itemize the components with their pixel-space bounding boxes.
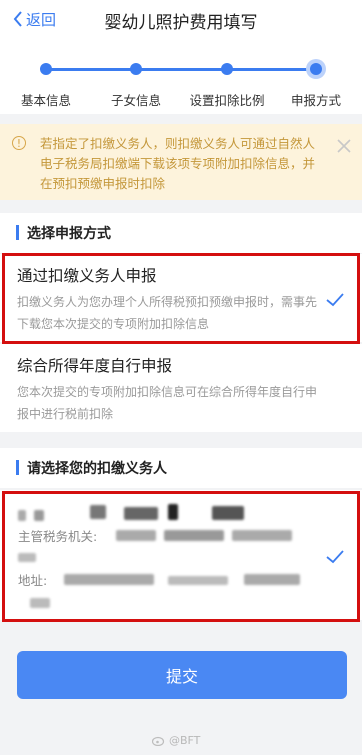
option-title: 通过扣缴义务人申报	[17, 267, 157, 285]
redacted-text	[30, 598, 50, 608]
redacted-text	[168, 576, 228, 585]
notice-banner: 若指定了扣缴义务人，则扣缴义务人可通过自然人电子税务局扣缴端下载该项专项附加扣除…	[0, 124, 362, 200]
withholding-agent-item[interactable]: 主管税务机关: 地址:	[0, 490, 362, 620]
section-accent-bar	[16, 225, 19, 240]
step-dot-deduction-ratio	[221, 63, 233, 75]
redacted-text	[34, 510, 44, 521]
page-title: 婴幼儿照护费用填写	[104, 13, 258, 33]
tax-authority-label: 主管税务机关:	[18, 529, 98, 544]
step-label-deduction-ratio: 设置扣除比例	[189, 93, 265, 108]
section-header-agent: 请选择您的扣缴义务人	[0, 448, 362, 488]
redacted-text	[212, 506, 244, 520]
step-dot-declare-method	[306, 59, 326, 79]
option-annual-self-declare[interactable]: 综合所得年度自行申报 您本次提交的专项附加扣除信息可在综合所得年度自行申报中进行…	[0, 344, 362, 432]
step-label-basic-info: 基本信息	[20, 93, 72, 108]
checkmark-icon	[326, 549, 344, 564]
redacted-text	[18, 553, 36, 562]
redacted-text	[64, 574, 154, 585]
option-via-withholding-agent[interactable]: 通过扣缴义务人申报 扣缴义务人为您办理个人所得税预扣预缴申报时，需事先下载您本次…	[0, 254, 362, 342]
redacted-text	[244, 574, 300, 585]
nav-bar: 返回 婴幼儿照护费用填写	[0, 0, 362, 40]
section-title: 请选择您的扣缴义务人	[27, 461, 167, 477]
step-label-declare-method: 申报方式	[290, 93, 342, 108]
redacted-text	[168, 504, 178, 520]
redacted-text	[232, 530, 292, 541]
option-description: 您本次提交的专项附加扣除信息可在综合所得年度自行申报中进行税前扣除	[17, 385, 318, 421]
notice-text: 若指定了扣缴义务人，则扣缴义务人可通过自然人电子税务局扣缴端下载该项专项附加扣除…	[40, 136, 316, 191]
close-icon[interactable]	[336, 138, 352, 154]
step-label-child-info: 子女信息	[110, 93, 162, 108]
progress-line	[46, 68, 316, 71]
option-title: 综合所得年度自行申报	[17, 357, 173, 375]
watermark-text: @BFT	[169, 734, 201, 747]
address-label: 地址:	[18, 573, 48, 588]
option-description: 扣缴义务人为您办理个人所得税预扣预缴申报时，需事先下载您本次提交的专项附加扣除信…	[17, 295, 318, 331]
redacted-text	[116, 530, 156, 541]
checkmark-icon	[326, 292, 344, 307]
progress-steps: 基本信息 子女信息 设置扣除比例 申报方式	[0, 40, 362, 114]
section-title: 选择申报方式	[27, 226, 111, 242]
redacted-text	[90, 505, 106, 519]
weibo-logo-icon	[152, 736, 165, 746]
step-dot-basic-info	[40, 63, 52, 75]
redacted-text	[164, 530, 224, 541]
redacted-text	[124, 507, 158, 520]
redacted-text	[18, 510, 26, 521]
watermark: @BFT	[152, 734, 200, 747]
step-dot-child-info	[130, 63, 142, 75]
section-header-method: 选择申报方式	[0, 213, 362, 253]
submit-button[interactable]: 提交	[17, 651, 347, 699]
warning-icon	[12, 134, 26, 154]
section-accent-bar	[16, 460, 19, 475]
